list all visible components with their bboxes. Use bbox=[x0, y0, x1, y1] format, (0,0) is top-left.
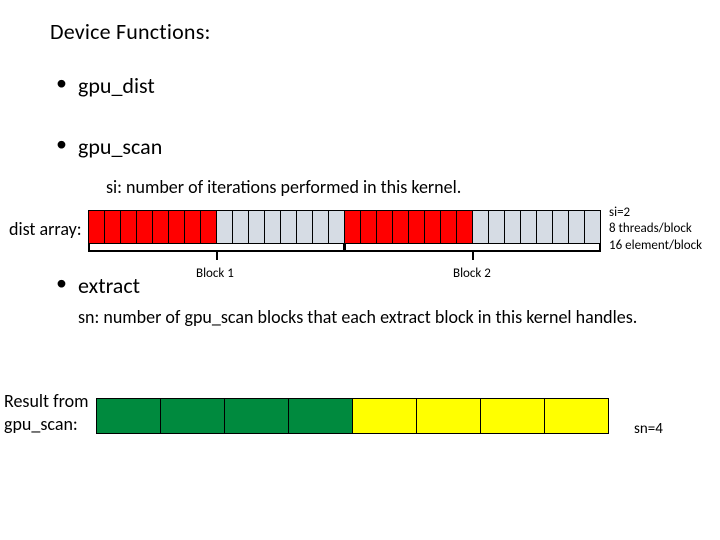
dist-cell bbox=[232, 210, 249, 244]
sn-description: sn: number of gpu_scan blocks that each … bbox=[78, 306, 648, 329]
dist-cell bbox=[344, 210, 361, 244]
dist-cell bbox=[568, 210, 585, 244]
dist-cell bbox=[280, 210, 297, 244]
slide-title: Device Functions: bbox=[50, 18, 211, 45]
bullet-gpu-scan: gpu_scan bbox=[56, 133, 162, 160]
result-cell bbox=[480, 398, 545, 434]
dist-cell bbox=[440, 210, 457, 244]
dist-cell bbox=[200, 210, 217, 244]
bullet-extract: extract bbox=[56, 272, 140, 299]
dist-cell bbox=[472, 210, 489, 244]
result-cell bbox=[352, 398, 417, 434]
sn-label: sn=4 bbox=[634, 420, 663, 438]
block1-bracket bbox=[88, 244, 345, 260]
dist-cell bbox=[520, 210, 537, 244]
dist-cell bbox=[328, 210, 345, 244]
result-cell bbox=[96, 398, 161, 434]
slide: Device Functions: gpu_dist gpu_scan si: … bbox=[0, 0, 720, 540]
dist-meta-si: si=2 bbox=[609, 205, 702, 221]
dist-array-meta: si=2 8 threads/block 16 element/block bbox=[609, 205, 702, 254]
dist-cell bbox=[488, 210, 505, 244]
dist-cell bbox=[312, 210, 329, 244]
dist-cell bbox=[360, 210, 377, 244]
dist-cell bbox=[88, 210, 105, 244]
block1-label: Block 1 bbox=[196, 266, 234, 281]
block2-bracket bbox=[344, 244, 601, 260]
dist-cell bbox=[376, 210, 393, 244]
dist-cell bbox=[184, 210, 201, 244]
block2-label: Block 2 bbox=[453, 266, 491, 281]
dist-array bbox=[88, 210, 600, 244]
dist-cell bbox=[552, 210, 569, 244]
dist-cell bbox=[424, 210, 441, 244]
result-cell bbox=[416, 398, 481, 434]
dist-cell bbox=[584, 210, 601, 244]
dist-cell bbox=[264, 210, 281, 244]
dist-cell bbox=[248, 210, 265, 244]
dist-array-label: dist array: bbox=[9, 218, 82, 240]
bullet-gpu-dist: gpu_dist bbox=[56, 72, 162, 99]
dist-cell bbox=[296, 210, 313, 244]
bullet-list-extract: extract bbox=[56, 272, 140, 299]
dist-cell bbox=[216, 210, 233, 244]
dist-cell bbox=[152, 210, 169, 244]
dist-meta-elems: 16 element/block bbox=[609, 238, 702, 254]
result-cell bbox=[544, 398, 609, 434]
dist-cell bbox=[504, 210, 521, 244]
dist-cell bbox=[136, 210, 153, 244]
result-cell bbox=[224, 398, 289, 434]
dist-cell bbox=[120, 210, 137, 244]
result-array bbox=[96, 398, 608, 434]
si-description: si: number of iterations performed in th… bbox=[106, 176, 461, 198]
dist-cell bbox=[104, 210, 121, 244]
dist-cell bbox=[536, 210, 553, 244]
dist-cell bbox=[392, 210, 409, 244]
dist-cell bbox=[168, 210, 185, 244]
dist-meta-threads: 8 threads/block bbox=[609, 221, 702, 237]
result-label: Result from gpu_scan: bbox=[4, 390, 94, 435]
result-cell bbox=[160, 398, 225, 434]
dist-cell bbox=[456, 210, 473, 244]
result-cell bbox=[288, 398, 353, 434]
dist-cell bbox=[408, 210, 425, 244]
